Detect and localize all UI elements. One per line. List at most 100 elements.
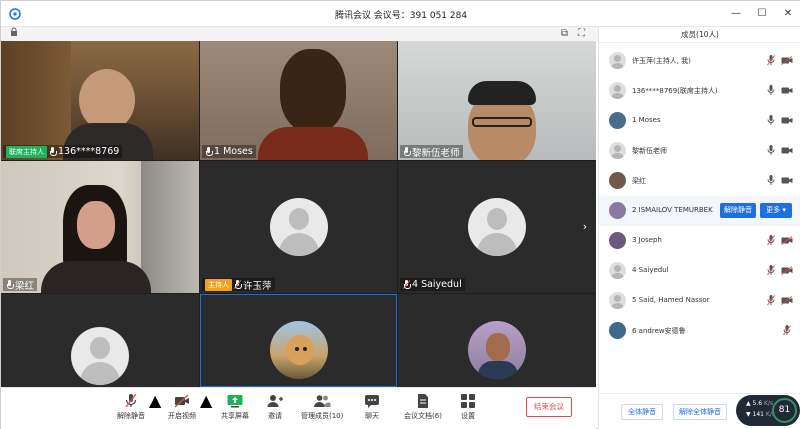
- cpu-percent: 81: [772, 398, 797, 423]
- video-tile-dog-avatar[interactable]: [200, 294, 397, 387]
- member-photo-avatar: [609, 322, 626, 339]
- member-row[interactable]: 梁红: [599, 166, 800, 196]
- default-avatar: [468, 198, 526, 256]
- member-name: 136****8769(联席主持人): [632, 87, 718, 95]
- member-camera-icon[interactable]: [781, 116, 793, 125]
- member-mic-icon[interactable]: [767, 85, 775, 96]
- video-tile-teacher[interactable]: 黎新伍老师: [398, 41, 596, 160]
- mic-muted-icon: [233, 279, 242, 290]
- member-mic-muted-icon[interactable]: [767, 55, 775, 66]
- member-photo-avatar: [609, 202, 626, 219]
- pin-window-icon[interactable]: ⧉: [558, 27, 571, 40]
- member-row[interactable]: 1 Moses: [599, 106, 800, 136]
- member-default-avatar: [609, 262, 626, 279]
- video-menu-caret[interactable]: ▲: [200, 391, 212, 410]
- mic-muted-icon: [402, 279, 411, 290]
- tile-label: 梁红: [3, 278, 38, 292]
- meeting-docs-button[interactable]: 会议文档(6): [403, 391, 443, 421]
- member-name: 梁红: [632, 177, 646, 185]
- member-camera-off-icon[interactable]: [781, 296, 793, 305]
- invite-button[interactable]: 邀请: [263, 391, 287, 421]
- video-tile-avatar[interactable]: [1, 294, 199, 387]
- member-mic-icon[interactable]: [767, 115, 775, 126]
- member-name: 黎新伍老师: [632, 147, 667, 155]
- member-name: 5 Said, Hamed Nassor: [632, 296, 710, 304]
- member-mic-muted-icon[interactable]: [767, 235, 775, 246]
- member-row[interactable]: 5 Said, Hamed Nassor: [599, 286, 800, 316]
- download-speed: ▼ 141 K/s: [746, 411, 775, 418]
- member-name: 3 Joseph: [632, 236, 662, 244]
- mic-icon: [205, 146, 213, 157]
- members-list: 许玉萍(主持人, 我) 136****8769(联席主持人) 1 Moses 黎新伍老…: [599, 44, 800, 364]
- tile-label: 4 Saiyedul: [400, 278, 465, 291]
- network-status-widget[interactable]: ▲ 5.6 K/s ▼ 141 K/s 81: [736, 395, 800, 426]
- member-camera-off-icon[interactable]: [781, 266, 793, 275]
- meeting-window: 腾讯会议 会议号：391 051 284 — ☐ ✕ ⧉ ⛶ 联席主持人 136…: [0, 0, 800, 429]
- member-row[interactable]: 136****8769(联席主持人): [599, 76, 800, 106]
- member-camera-icon[interactable]: [781, 176, 793, 185]
- video-tile-person-avatar[interactable]: [398, 294, 596, 387]
- end-meeting-button[interactable]: 结束会议: [526, 397, 572, 417]
- tile-label: 1 Moses: [202, 145, 256, 158]
- mic-icon: [6, 279, 14, 290]
- member-row[interactable]: 2 ISMAILOV TEMURBEK 解除静音 更多 ▾: [599, 196, 800, 226]
- video-tile-moses[interactable]: 1 Moses: [200, 41, 397, 160]
- dog-avatar: [269, 320, 328, 379]
- member-camera-off-icon[interactable]: [781, 56, 793, 65]
- person-avatar: [468, 320, 526, 379]
- upload-speed: ▲ 5.6 K/s: [746, 400, 774, 407]
- member-name: 许玉萍(主持人, 我): [632, 57, 691, 65]
- member-row[interactable]: 4 Saiyedul: [599, 256, 800, 286]
- member-row[interactable]: 许玉萍(主持人, 我): [599, 46, 800, 76]
- chat-icon: [363, 393, 381, 409]
- lock-icon[interactable]: [7, 27, 20, 40]
- member-name: 1 Moses: [632, 116, 661, 124]
- member-row[interactable]: 3 Joseph: [599, 226, 800, 256]
- invite-icon: [266, 393, 284, 409]
- chat-button[interactable]: 聊天: [360, 391, 384, 421]
- camera-off-icon: [173, 393, 191, 409]
- members-panel-title: 成员(10人): [599, 27, 800, 43]
- minimize-button[interactable]: —: [729, 7, 743, 21]
- member-photo-avatar: [609, 232, 626, 249]
- member-more-button[interactable]: 更多 ▾: [760, 203, 792, 218]
- default-avatar: [269, 198, 328, 256]
- video-tile-cohost[interactable]: 联席主持人 136****8769: [1, 41, 199, 160]
- maximize-button[interactable]: ☐: [755, 7, 769, 21]
- member-default-avatar: [609, 82, 626, 99]
- video-tile-saiyedul[interactable]: › 4 Saiyedul: [398, 161, 596, 293]
- member-default-avatar: [609, 52, 626, 69]
- video-tile-lianghong[interactable]: 梁红: [1, 161, 199, 293]
- unmute-all-button[interactable]: 解除全体静音: [673, 404, 727, 420]
- participant-name: 1 Moses: [214, 146, 253, 157]
- member-mic-icon[interactable]: [767, 145, 775, 156]
- mute-all-button[interactable]: 全体静音: [621, 404, 663, 420]
- member-mic-muted-icon[interactable]: [767, 265, 775, 276]
- share-screen-button[interactable]: 共享屏幕: [219, 391, 251, 421]
- document-icon: [414, 393, 432, 409]
- stage-bar: ⧉ ⛶: [1, 27, 598, 41]
- member-camera-off-icon[interactable]: [781, 236, 793, 245]
- member-row[interactable]: 黎新伍老师: [599, 136, 800, 166]
- start-video-button[interactable]: 开启视频: [167, 391, 197, 421]
- member-mic-muted-icon[interactable]: [783, 325, 791, 336]
- member-camera-icon[interactable]: [781, 86, 793, 95]
- close-button[interactable]: ✕: [781, 7, 795, 21]
- member-camera-icon[interactable]: [781, 146, 793, 155]
- member-mic-icon[interactable]: [767, 175, 775, 186]
- next-page-icon[interactable]: ›: [578, 220, 592, 234]
- participant-name: 黎新伍老师: [412, 147, 460, 159]
- video-tile-host[interactable]: 主持人 许玉萍: [200, 161, 397, 293]
- host-badge: 主持人: [205, 278, 232, 291]
- unmute-button[interactable]: 解除静音: [116, 391, 146, 421]
- member-unmute-button[interactable]: 解除静音: [720, 203, 756, 218]
- default-avatar: [71, 326, 129, 385]
- video-grid: 联席主持人 136****8769 1 Moses 黎新伍老师 梁红 主持人 许…: [1, 41, 596, 387]
- manage-members-button[interactable]: 管理成员(10): [301, 391, 343, 421]
- mic-menu-caret[interactable]: ▲: [149, 391, 161, 410]
- member-row[interactable]: 6 andrew安德鲁: [599, 316, 800, 346]
- settings-button[interactable]: 设置: [456, 391, 480, 421]
- title-bar: 腾讯会议 会议号：391 051 284 — ☐ ✕: [1, 1, 800, 27]
- fullscreen-icon[interactable]: ⛶: [575, 27, 588, 40]
- member-mic-muted-icon[interactable]: [767, 295, 775, 306]
